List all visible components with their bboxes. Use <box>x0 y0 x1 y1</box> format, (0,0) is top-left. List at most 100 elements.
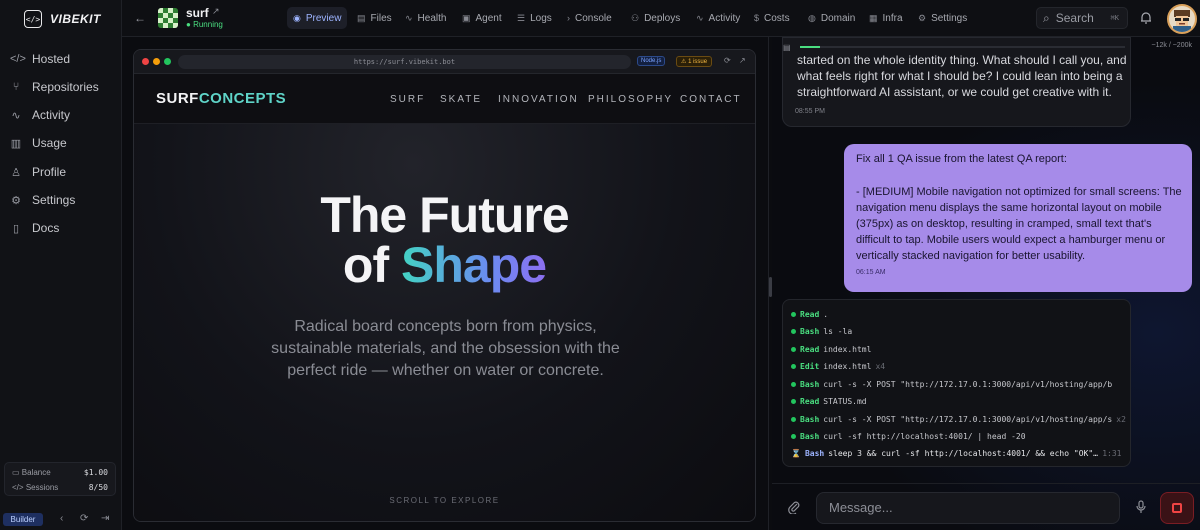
site-hero: The Future of Shape Radical board concep… <box>134 124 755 521</box>
tool-name: Bash <box>800 327 820 336</box>
url-bar[interactable]: https://surf.vibekit.bot <box>178 55 631 69</box>
site-logo[interactable]: SURFCONCEPTS <box>156 90 286 107</box>
message-time: 06:15 AM <box>856 269 886 276</box>
stop-button[interactable] <box>1160 492 1194 524</box>
project-status: ● Running <box>186 20 223 29</box>
tool-call-row[interactable]: Read STATUS.md <box>791 397 871 406</box>
hero-title-accent: Shape <box>401 237 547 293</box>
tab-logs[interactable]: ☰ Logs <box>511 7 558 29</box>
sidebar-item-settings[interactable]: ⚙ Settings <box>10 191 75 209</box>
refresh-icon[interactable]: ⟳ <box>80 513 88 524</box>
close-dot[interactable] <box>142 58 149 65</box>
site-nav-innovation[interactable]: INNOVATION <box>498 94 579 105</box>
tab-agent[interactable]: ▣ Agent <box>456 7 508 29</box>
tool-extra: x4 <box>875 362 886 371</box>
file-icon: ▤ <box>357 12 366 23</box>
activity-icon: ∿ <box>696 12 704 23</box>
tool-call-row[interactable]: Read index.html <box>791 345 875 354</box>
globe-icon: ◍ <box>808 12 816 23</box>
tab-label: Domain <box>820 12 856 24</box>
sidebar-item-usage[interactable]: ▥ Usage <box>10 134 67 152</box>
tool-call-row[interactable]: Bash curl -s -X POST "http://172.17.0.1:3… <box>791 415 1126 424</box>
tool-call-row[interactable]: Read. <box>791 310 832 319</box>
tab-label: Activity <box>708 12 741 24</box>
back-arrow-icon[interactable]: ← <box>134 11 146 25</box>
site-nav-contact[interactable]: CONTACT <box>680 94 742 105</box>
external-link-icon[interactable]: ↗ <box>212 6 220 17</box>
sidebar-item-docs[interactable]: ▯ Docs <box>10 219 59 237</box>
tab-console[interactable]: › Console <box>561 7 618 29</box>
microphone-icon[interactable] <box>1136 500 1146 517</box>
project-icon <box>158 8 178 28</box>
tab-infra[interactable]: ▦ Infra <box>863 7 909 29</box>
site-nav-philosophy[interactable]: PHILOSOPHY <box>588 94 673 105</box>
sidebar-item-profile[interactable]: ♙ Profile <box>10 163 66 181</box>
sidebar: </> VIBEKIT </> Hosted ⑂ Repositories ∿ … <box>0 0 122 530</box>
wallet-icon: ▭ <box>12 468 20 477</box>
sessions-row: </> Sessions 8/50 <box>12 483 108 492</box>
tab-health[interactable]: ∿ Health <box>399 7 452 29</box>
site-nav-surf[interactable]: SURF <box>390 94 425 105</box>
user-message-title: Fix all 1 QA issue from the latest QA re… <box>856 153 1067 165</box>
search-icon: ⌕ <box>1043 10 1050 25</box>
tab-label: Infra <box>882 12 903 24</box>
runtime-badge: Node.js <box>637 56 666 66</box>
site-nav-skate[interactable]: SKATE <box>440 94 482 105</box>
scroll-hint[interactable]: SCROLL TO EXPLORE <box>134 496 755 505</box>
tab-costs[interactable]: $ Costs <box>748 7 796 29</box>
sessions-label: </> Sessions <box>12 483 58 492</box>
tool-arg: curl -sf http://localhost:4001/ | head -… <box>823 432 1026 441</box>
running-tool-row[interactable]: ⌛ Bash sleep 3 && curl -sf http://localh… <box>791 449 1122 458</box>
pulse-icon: ∿ <box>405 12 413 23</box>
tool-name: Read <box>800 345 820 354</box>
code-icon: </> <box>10 53 26 65</box>
tab-domain[interactable]: ◍ Domain <box>802 7 861 29</box>
sessions-value: 8/50 <box>88 483 108 492</box>
database-icon: ▤ <box>783 43 791 52</box>
balance-label: ▭ Balance <box>12 468 51 477</box>
tab-label: Preview <box>305 12 342 24</box>
code-icon: </> <box>12 483 24 492</box>
sessions-label-text: Sessions <box>25 483 59 492</box>
sidebar-item-activity[interactable]: ∿ Activity <box>10 106 70 124</box>
tab-deploys[interactable]: ⚇ Deploys <box>625 7 686 29</box>
eye-icon: ◉ <box>293 12 301 23</box>
balance-value: $1.00 <box>83 468 108 477</box>
message-input[interactable]: Message... <box>816 492 1120 524</box>
tab-activity[interactable]: ∿ Activity <box>690 7 746 29</box>
tool-name: Bash <box>804 449 825 458</box>
sidebar-item-repositories[interactable]: ⑂ Repositories <box>10 78 99 96</box>
app-logo[interactable]: </> VIBEKIT <box>24 10 101 28</box>
browser-toolbar: https://surf.vibekit.bot Node.js ⚠ 1 iss… <box>134 50 755 74</box>
avatar[interactable] <box>1167 4 1197 34</box>
status-dot <box>791 382 796 387</box>
tab-label: Logs <box>530 12 552 24</box>
gear-icon: ⚙ <box>918 12 927 23</box>
project-name: surf <box>186 6 209 20</box>
builder-button[interactable]: Builder <box>3 513 43 526</box>
tool-call-row[interactable]: Edit index.html x4 <box>791 362 885 371</box>
logout-icon[interactable]: ⇥ <box>101 513 109 524</box>
site-logo-part2: CONCEPTS <box>198 90 287 107</box>
tab-settings[interactable]: ⚙ Settings <box>912 7 973 29</box>
search-input[interactable]: ⌕ Search ⌘K <box>1036 7 1128 29</box>
tool-arg: STATUS.md <box>823 397 867 406</box>
tab-files[interactable]: ▤ Files <box>351 7 398 29</box>
tool-call-row[interactable]: Bash ls -la <box>791 327 856 336</box>
tool-arg: . <box>823 310 829 319</box>
bell-icon[interactable] <box>1134 6 1158 30</box>
minimize-dot[interactable] <box>153 58 160 65</box>
dollar-icon: $ <box>754 13 760 23</box>
tool-call-row[interactable]: Bash curl -s -X POST "http://172.17.0.1:3… <box>791 380 1116 389</box>
context-usage-text: ~12k / ~200k <box>1151 42 1192 49</box>
chevron-left-icon[interactable]: ‹ <box>60 513 63 524</box>
issue-badge[interactable]: ⚠ 1 issue <box>676 56 713 67</box>
top-bar: ← surf ↗ ● Running ◉ Preview ▤ Files ∿ Heal… <box>122 0 1200 37</box>
tool-call-row[interactable]: Bash curl -sf http://localhost:4001/ | he… <box>791 432 1030 441</box>
tab-preview[interactable]: ◉ Preview <box>287 7 348 29</box>
sidebar-item-hosted[interactable]: </> Hosted <box>10 50 70 68</box>
paperclip-icon[interactable] <box>788 500 800 517</box>
refresh-icon[interactable]: ⟳ <box>724 56 731 65</box>
maximize-dot[interactable] <box>164 58 171 65</box>
external-link-icon[interactable]: ↗ <box>739 56 746 65</box>
